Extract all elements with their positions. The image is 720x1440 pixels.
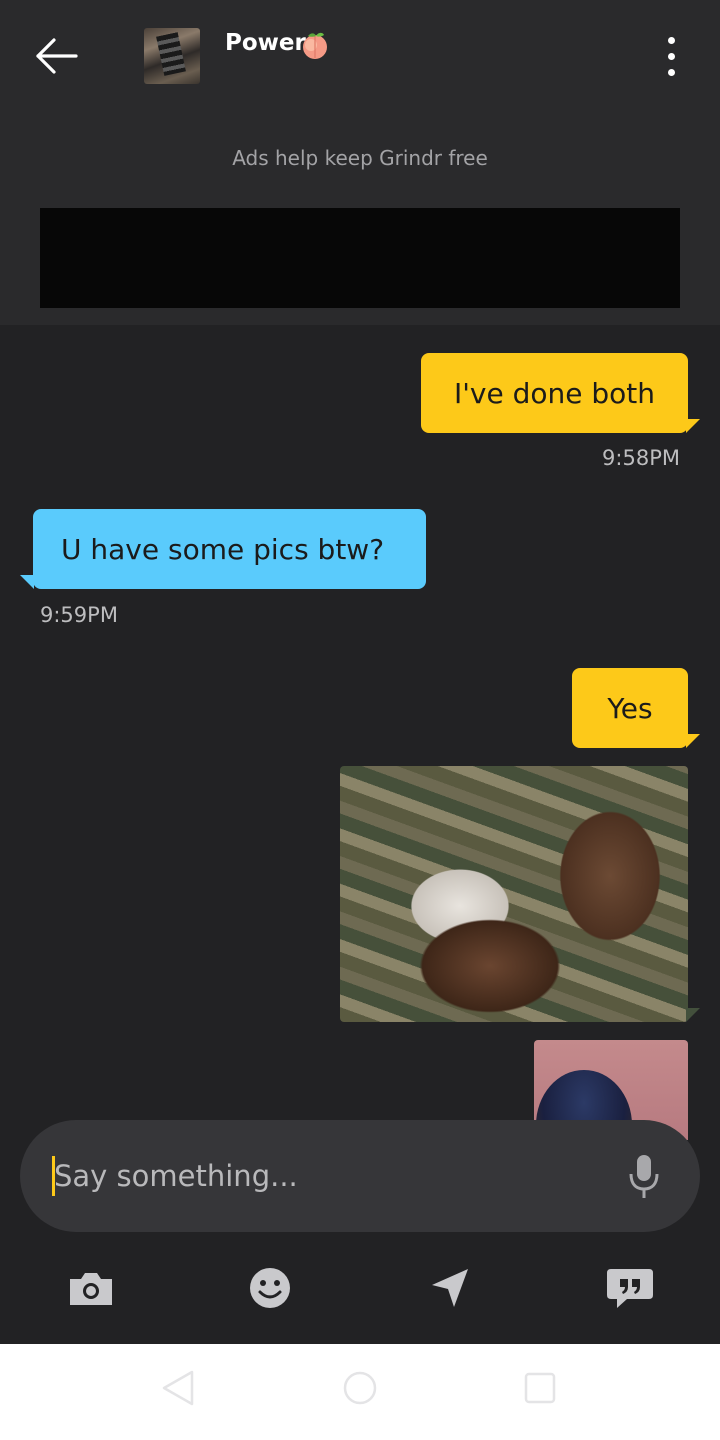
chat-screen: Power Ads help keep Grindr free I've don…: [0, 0, 720, 1440]
message-text: U have some pics btw?: [61, 532, 385, 566]
location-button[interactable]: [424, 1265, 474, 1311]
voice-message-button[interactable]: [624, 1152, 664, 1202]
camera-button[interactable]: [66, 1265, 116, 1311]
ads-note: Ads help keep Grindr free: [232, 146, 488, 170]
text-cursor: [52, 1156, 55, 1196]
saved-phrases-icon: [607, 1269, 653, 1308]
nav-recents-button[interactable]: [520, 1368, 560, 1408]
microphone-icon: [629, 1155, 659, 1198]
saved-phrases-button[interactable]: [605, 1265, 655, 1311]
camera-icon: [70, 1273, 112, 1305]
system-navigation-bar: [0, 1344, 720, 1440]
more-vertical-icon: [668, 37, 675, 44]
nav-recents-icon: [524, 1372, 556, 1404]
message-text: Yes: [607, 691, 653, 725]
bubble-tail: [686, 1008, 700, 1022]
more-options-button[interactable]: [652, 32, 692, 82]
nav-home-icon: [343, 1371, 377, 1405]
profile-avatar[interactable]: [144, 28, 200, 84]
back-button[interactable]: [26, 28, 86, 84]
message-bubble-outgoing[interactable]: I've done both: [421, 353, 688, 433]
message-text: I've done both: [453, 376, 656, 410]
message-timestamp: 9:58PM: [602, 446, 680, 470]
bubble-tail: [686, 419, 700, 433]
message-bubble-outgoing[interactable]: Yes: [572, 668, 688, 748]
message-composer: [20, 1120, 700, 1232]
nav-back-icon: [162, 1370, 194, 1406]
nav-back-button[interactable]: [158, 1368, 198, 1408]
bubble-tail: [20, 575, 34, 589]
nav-home-button[interactable]: [340, 1368, 380, 1408]
message-timestamp: 9:59PM: [40, 603, 118, 627]
emoji-icon: [250, 1268, 290, 1308]
bubble-tail: [686, 734, 700, 748]
message-bubble-incoming[interactable]: U have some pics btw?: [33, 509, 426, 589]
message-input[interactable]: [54, 1150, 594, 1202]
chat-header: Power Ads help keep Grindr free: [0, 0, 720, 325]
arrow-left-icon: [36, 38, 78, 74]
profile-name[interactable]: Power: [225, 30, 306, 56]
emoji-button[interactable]: [245, 1265, 295, 1311]
message-photo[interactable]: [340, 766, 688, 1022]
ad-banner[interactable]: [40, 208, 680, 308]
peach-icon: [303, 32, 327, 59]
location-icon: [432, 1269, 468, 1307]
